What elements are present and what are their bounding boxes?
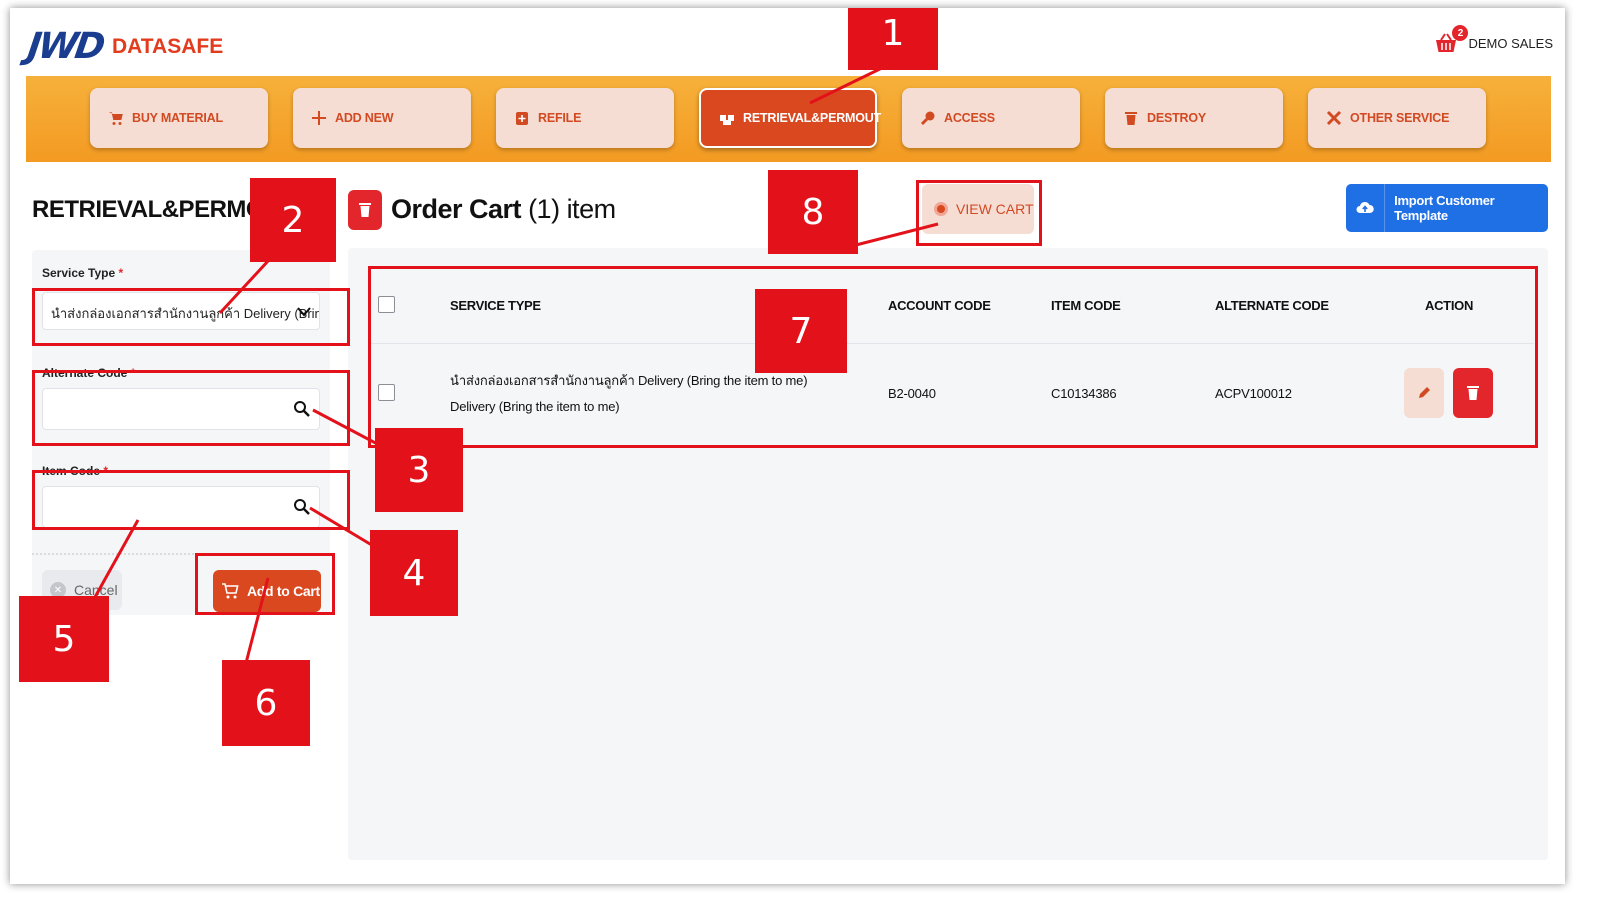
service-menu-bar: BUY MATERIAL ADD NEW REFILE RETRIEVAL&PE… — [26, 76, 1551, 162]
plus-icon — [312, 111, 326, 125]
annotation-box-4 — [32, 470, 350, 530]
menu-label: REFILE — [538, 111, 582, 125]
menu-other-service[interactable]: OTHER SERVICE — [1308, 88, 1486, 148]
menu-label: DESTROY — [1147, 111, 1207, 125]
menu-label: OTHER SERVICE — [1350, 111, 1450, 125]
menu-label: ADD NEW — [335, 111, 394, 125]
menu-access[interactable]: ACCESS — [902, 88, 1080, 148]
logo-text: DATASAFE — [112, 34, 224, 58]
cart-count-badge: 2 — [1452, 25, 1469, 41]
cart-icon — [109, 112, 123, 125]
key-icon — [920, 111, 935, 126]
callout-8: 8 — [768, 170, 858, 254]
menu-destroy[interactable]: DESTROY — [1105, 88, 1283, 148]
menu-buy-material[interactable]: BUY MATERIAL — [90, 88, 268, 148]
annotation-box-8 — [916, 180, 1042, 246]
callout-4: 4 — [370, 530, 458, 616]
menu-retrieval-permout[interactable]: RETRIEVAL&PERMOUT — [699, 88, 881, 148]
boxes-icon — [720, 115, 734, 125]
menu-add-new[interactable]: ADD NEW — [293, 88, 471, 148]
cart-trash-icon — [348, 190, 382, 230]
callout-7: 7 — [755, 289, 847, 373]
user-name[interactable]: DEMO SALES — [1468, 36, 1553, 51]
menu-label: ACCESS — [944, 111, 995, 125]
file-plus-icon — [516, 112, 528, 125]
trash-icon — [1125, 112, 1137, 125]
menu-label: BUY MATERIAL — [132, 111, 223, 125]
menu-refile[interactable]: REFILE — [496, 88, 674, 148]
callout-3: 3 — [375, 428, 463, 512]
callout-1: 1 — [848, 8, 938, 70]
shopping-basket-icon[interactable]: 2 — [1434, 25, 1469, 54]
user-area: 2 DEMO SALES — [1434, 25, 1553, 54]
tools-icon — [1326, 110, 1342, 126]
annotation-box-3 — [32, 370, 350, 446]
order-cart-title: Order Cart (1) item — [391, 194, 616, 224]
callout-5: 5 — [19, 596, 109, 682]
menu-label: RETRIEVAL&PERMOUT — [743, 111, 882, 125]
service-type-label: Service Type * — [42, 266, 124, 280]
import-label: Import Customer Template — [1394, 193, 1495, 223]
screenshot-frame: JWD DATASAFE 2 DEMO SALES BUY MATERIAL A… — [10, 8, 1565, 884]
page-title: RETRIEVAL&PERMOUT — [32, 196, 262, 223]
annotation-box-7 — [368, 266, 1538, 448]
annotation-box-2 — [32, 288, 350, 346]
import-customer-template-button[interactable]: Import Customer Template — [1346, 184, 1548, 232]
callout-6: 6 — [222, 660, 310, 746]
logo-mark: JWD — [25, 26, 105, 67]
cloud-upload-icon — [1346, 184, 1386, 232]
callout-2: 2 — [250, 178, 336, 262]
annotation-box-6 — [195, 553, 335, 615]
brand-logo[interactable]: JWD DATASAFE — [25, 26, 224, 67]
